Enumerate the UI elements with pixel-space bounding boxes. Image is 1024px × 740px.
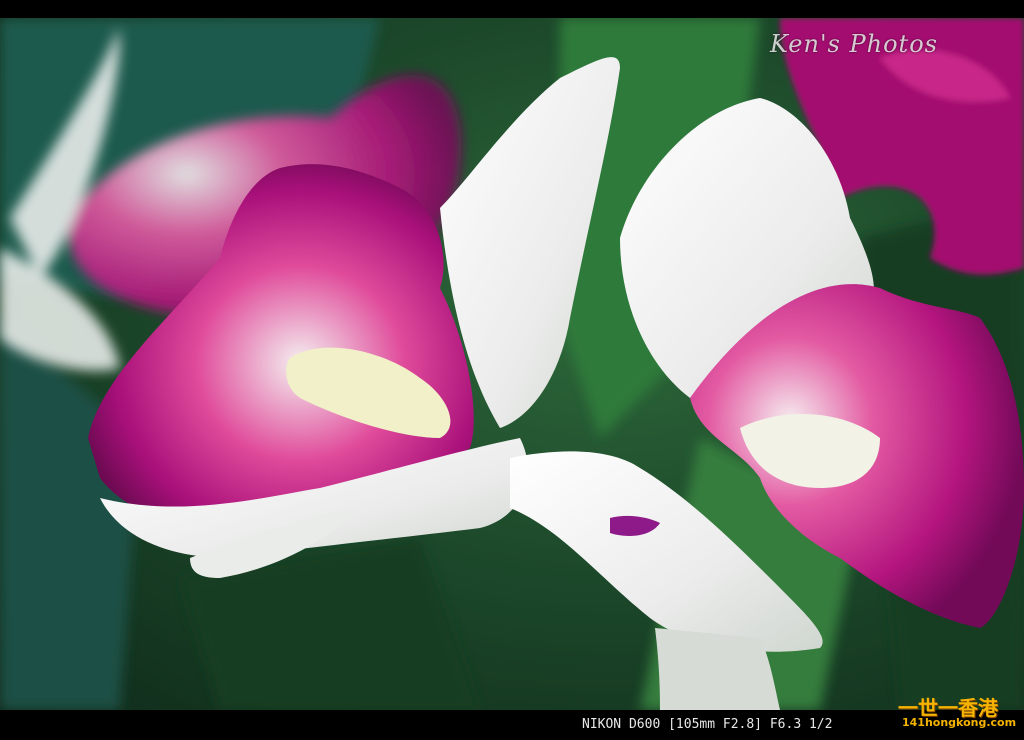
site-logo: 一世一香港 141hongkong.com [898, 692, 1020, 736]
photo-frame: Ken's Photos NIKON D600 [105mm F2.8] F6.… [0, 0, 1024, 740]
orchid-photo [0, 18, 1024, 710]
logo-url-text: 141hongkong.com [902, 716, 1017, 729]
bottom-border [0, 710, 1024, 740]
top-border [0, 0, 1024, 18]
photographer-watermark: Ken's Photos [770, 30, 938, 58]
orchid-illustration [0, 18, 1024, 710]
exif-caption: NIKON D600 [105mm F2.8] F6.3 1/2 [582, 717, 833, 732]
